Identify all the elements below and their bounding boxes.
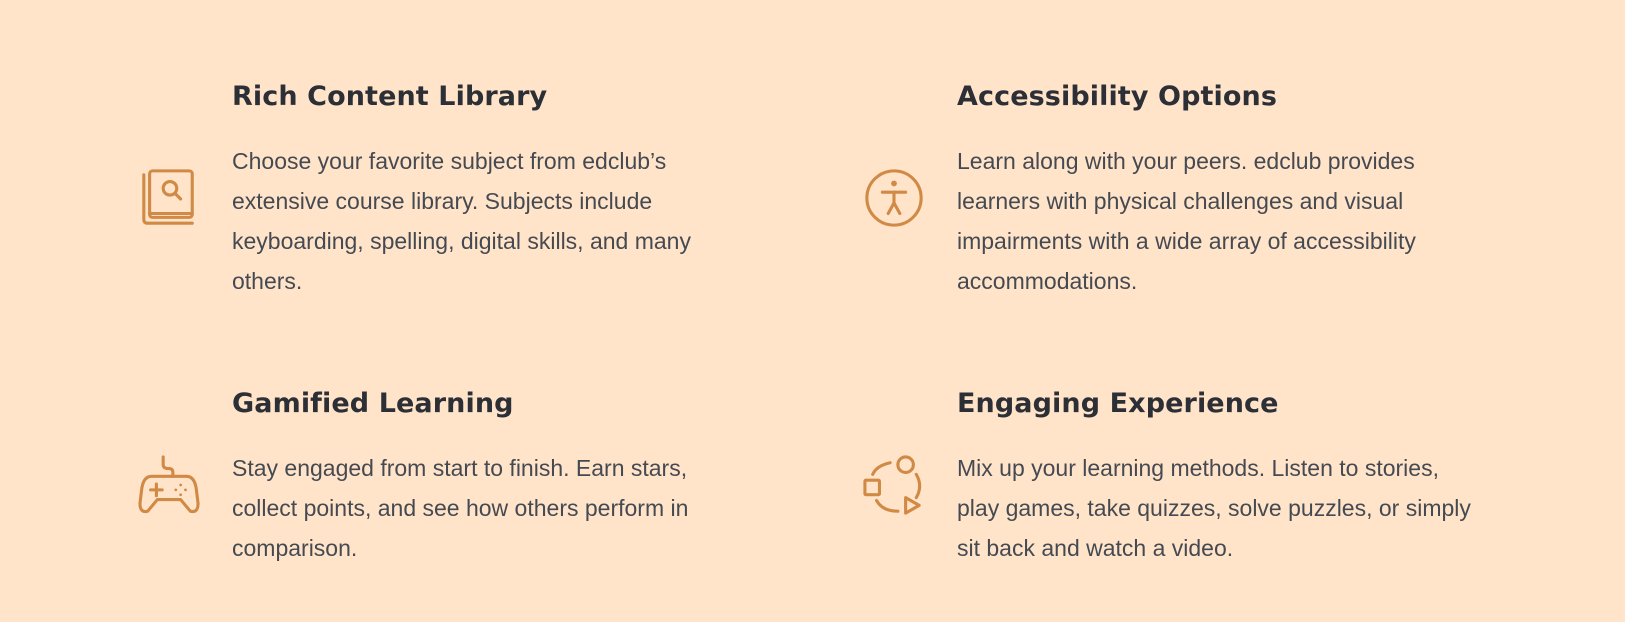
feature-accessibility-options: Accessibility Options Learn along with y… [865, 80, 1477, 301]
feature-title: Gamified Learning [232, 388, 514, 419]
feature-title: Rich Content Library [232, 81, 548, 112]
feature-gamified-learning: Gamified Learning Stay engaged from star… [138, 387, 732, 568]
feature-rich-content-library: Rich Content Library Choose your favorit… [142, 80, 732, 301]
feature-description: Mix up your learning methods. Listen to … [957, 455, 1471, 561]
feature-description: Choose your favorite subject from edclub… [232, 148, 691, 294]
feature-title: Accessibility Options [957, 81, 1277, 112]
feature-engaging-experience: Engaging Experience Mix up your learning… [863, 387, 1487, 568]
feature-description: Learn along with your peers. edclub prov… [957, 148, 1416, 294]
book-search-icon [138, 167, 200, 229]
feature-title: Engaging Experience [957, 388, 1279, 419]
accessibility-icon [863, 167, 925, 229]
feature-description: Stay engaged from start to finish. Earn … [232, 455, 689, 561]
shapes-cycle-icon [863, 455, 925, 517]
gamepad-icon [138, 455, 200, 517]
